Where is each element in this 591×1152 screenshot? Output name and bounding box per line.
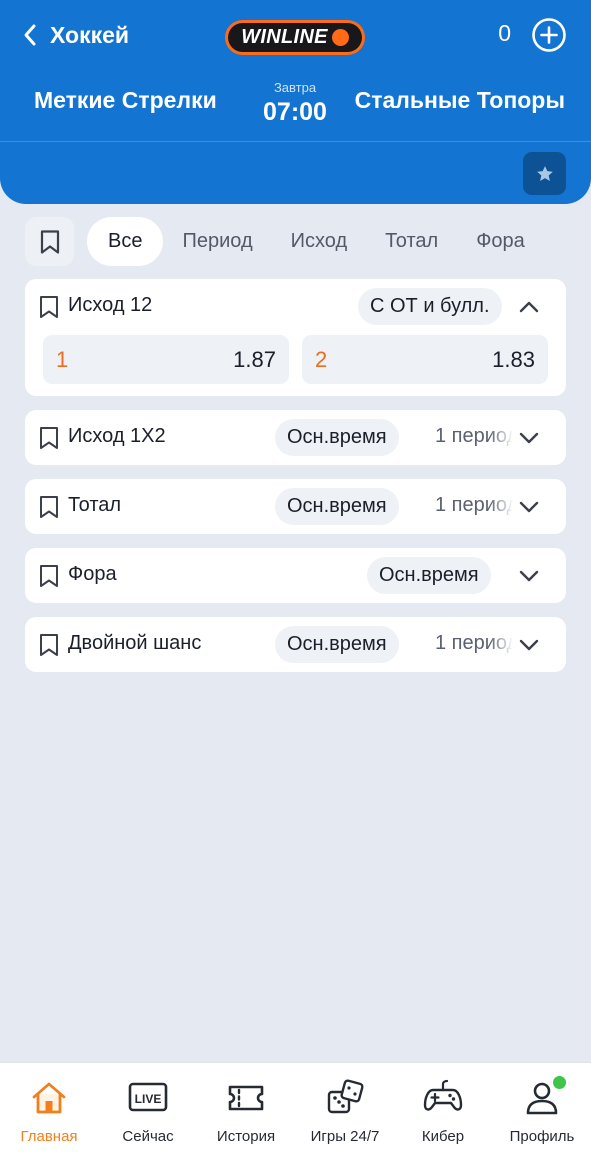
bookmarks-filter-button[interactable] <box>25 217 74 266</box>
market-chip[interactable]: Осн.время <box>367 557 491 594</box>
logo-text: WINLINE <box>241 26 328 48</box>
header-divider <box>0 141 591 142</box>
match-day: Завтра <box>273 80 317 95</box>
match-clock: 07:00 <box>263 98 327 126</box>
market-title: Исход 12 <box>68 294 153 316</box>
bottom-navigation: Главная LIVE Сейчас История Игры 24/7 Ки… <box>0 1062 591 1152</box>
tab-outcome[interactable]: Исход <box>272 217 367 266</box>
market-title: Исход 1Х2 <box>68 425 166 447</box>
market-chip[interactable]: Осн.время <box>275 626 399 663</box>
tab-handicap[interactable]: Фора <box>457 217 544 266</box>
chevron-left-icon <box>24 24 36 46</box>
chevron-up-icon[interactable] <box>517 296 541 318</box>
odds-label: 2 <box>315 346 328 372</box>
nav-label: Кибер <box>421 1128 465 1145</box>
market-header[interactable]: Исход 12 С ОТ и булл. <box>25 279 566 334</box>
market-card-outcome-12: Исход 12 С ОТ и булл. 1 1.87 2 1.83 <box>25 279 566 396</box>
bookmark-icon[interactable] <box>38 495 60 519</box>
market-chip[interactable]: Осн.время <box>275 419 399 456</box>
market-title: Тотал <box>68 494 122 516</box>
home-team: Меткие Стрелки <box>34 87 217 113</box>
odds-value: 1.87 <box>233 346 276 372</box>
chevron-down-icon[interactable] <box>517 496 541 518</box>
dice-icon <box>327 1079 364 1114</box>
odds-button-2[interactable]: 2 1.83 <box>302 335 548 384</box>
away-team: Стальные Топоры <box>354 87 565 113</box>
market-header[interactable]: Тотал Осн.время 1 период <box>25 479 566 534</box>
sport-title: Хоккей <box>50 21 130 48</box>
market-header[interactable]: Двойной шанс Осн.время 1 период <box>25 617 566 672</box>
market-filter-tabs: Все Период Исход Тотал Фора <box>87 217 544 266</box>
online-status-dot <box>553 1076 566 1089</box>
market-chip[interactable]: Осн.время <box>275 488 399 525</box>
match-start: Завтра 07:00 <box>250 80 340 127</box>
odds-label: 1 <box>56 346 69 372</box>
nav-home[interactable]: Главная <box>9 1063 89 1152</box>
live-icon: LIVE <box>128 1082 168 1112</box>
nav-label: История <box>216 1128 276 1145</box>
plus-circle-icon[interactable] <box>531 17 567 53</box>
tab-period[interactable]: Период <box>163 217 271 266</box>
bookmark-icon <box>40 229 59 254</box>
market-chip[interactable]: С ОТ и булл. <box>358 288 502 325</box>
chevron-down-icon[interactable] <box>517 427 541 449</box>
market-period[interactable]: 1 период <box>435 494 513 517</box>
odds-button-1[interactable]: 1 1.87 <box>43 335 289 384</box>
market-header[interactable]: Исход 1Х2 Осн.время 1 период <box>25 410 566 465</box>
gamepad-icon <box>423 1079 463 1111</box>
market-header[interactable]: Фора Осн.время <box>25 548 566 603</box>
nav-live[interactable]: LIVE Сейчас <box>108 1063 188 1152</box>
market-card-double-chance: Двойной шанс Осн.время 1 период <box>25 617 566 672</box>
market-card-outcome-1x2: Исход 1Х2 Осн.время 1 период <box>25 410 566 465</box>
market-card-total: Тотал Осн.время 1 период <box>25 479 566 534</box>
bookmark-icon[interactable] <box>38 633 60 657</box>
nav-label: Главная <box>20 1128 78 1145</box>
nav-label: Игры 24/7 <box>310 1128 380 1145</box>
bookmark-icon[interactable] <box>38 295 60 319</box>
market-title: Двойной шанс <box>68 632 202 654</box>
tab-all[interactable]: Все <box>87 217 164 266</box>
chevron-down-icon[interactable] <box>517 565 541 587</box>
nav-history[interactable]: История <box>206 1063 286 1152</box>
nav-label: Профиль <box>509 1128 575 1145</box>
ticket-icon <box>228 1085 264 1111</box>
bookmark-icon[interactable] <box>38 564 60 588</box>
svg-text:LIVE: LIVE <box>135 1092 162 1106</box>
nav-label: Сейчас <box>122 1128 174 1145</box>
favorite-button[interactable] <box>523 152 566 195</box>
balance-value: 0 <box>498 20 511 46</box>
market-period[interactable]: 1 период <box>435 425 513 448</box>
chevron-down-icon[interactable] <box>517 634 541 656</box>
tab-total[interactable]: Тотал <box>366 217 457 266</box>
market-card-handicap: Фора Осн.время <box>25 548 566 603</box>
market-title: Фора <box>68 563 117 585</box>
odds-value: 1.83 <box>492 346 535 372</box>
market-period[interactable]: 1 период <box>435 632 513 655</box>
nav-cyber[interactable]: Кибер <box>403 1063 483 1152</box>
bookmark-icon[interactable] <box>38 426 60 450</box>
back-button[interactable]: Хоккей <box>20 18 129 52</box>
winline-logo: WINLINE <box>225 20 365 55</box>
nav-games[interactable]: Игры 24/7 <box>300 1063 390 1152</box>
home-icon <box>32 1082 66 1114</box>
star-icon <box>536 165 553 181</box>
nav-profile[interactable]: Профиль <box>501 1063 583 1152</box>
match-header: Хоккей WINLINE 0 Меткие Стрелки Завтра 0… <box>0 0 591 204</box>
logo-dot <box>331 29 349 46</box>
